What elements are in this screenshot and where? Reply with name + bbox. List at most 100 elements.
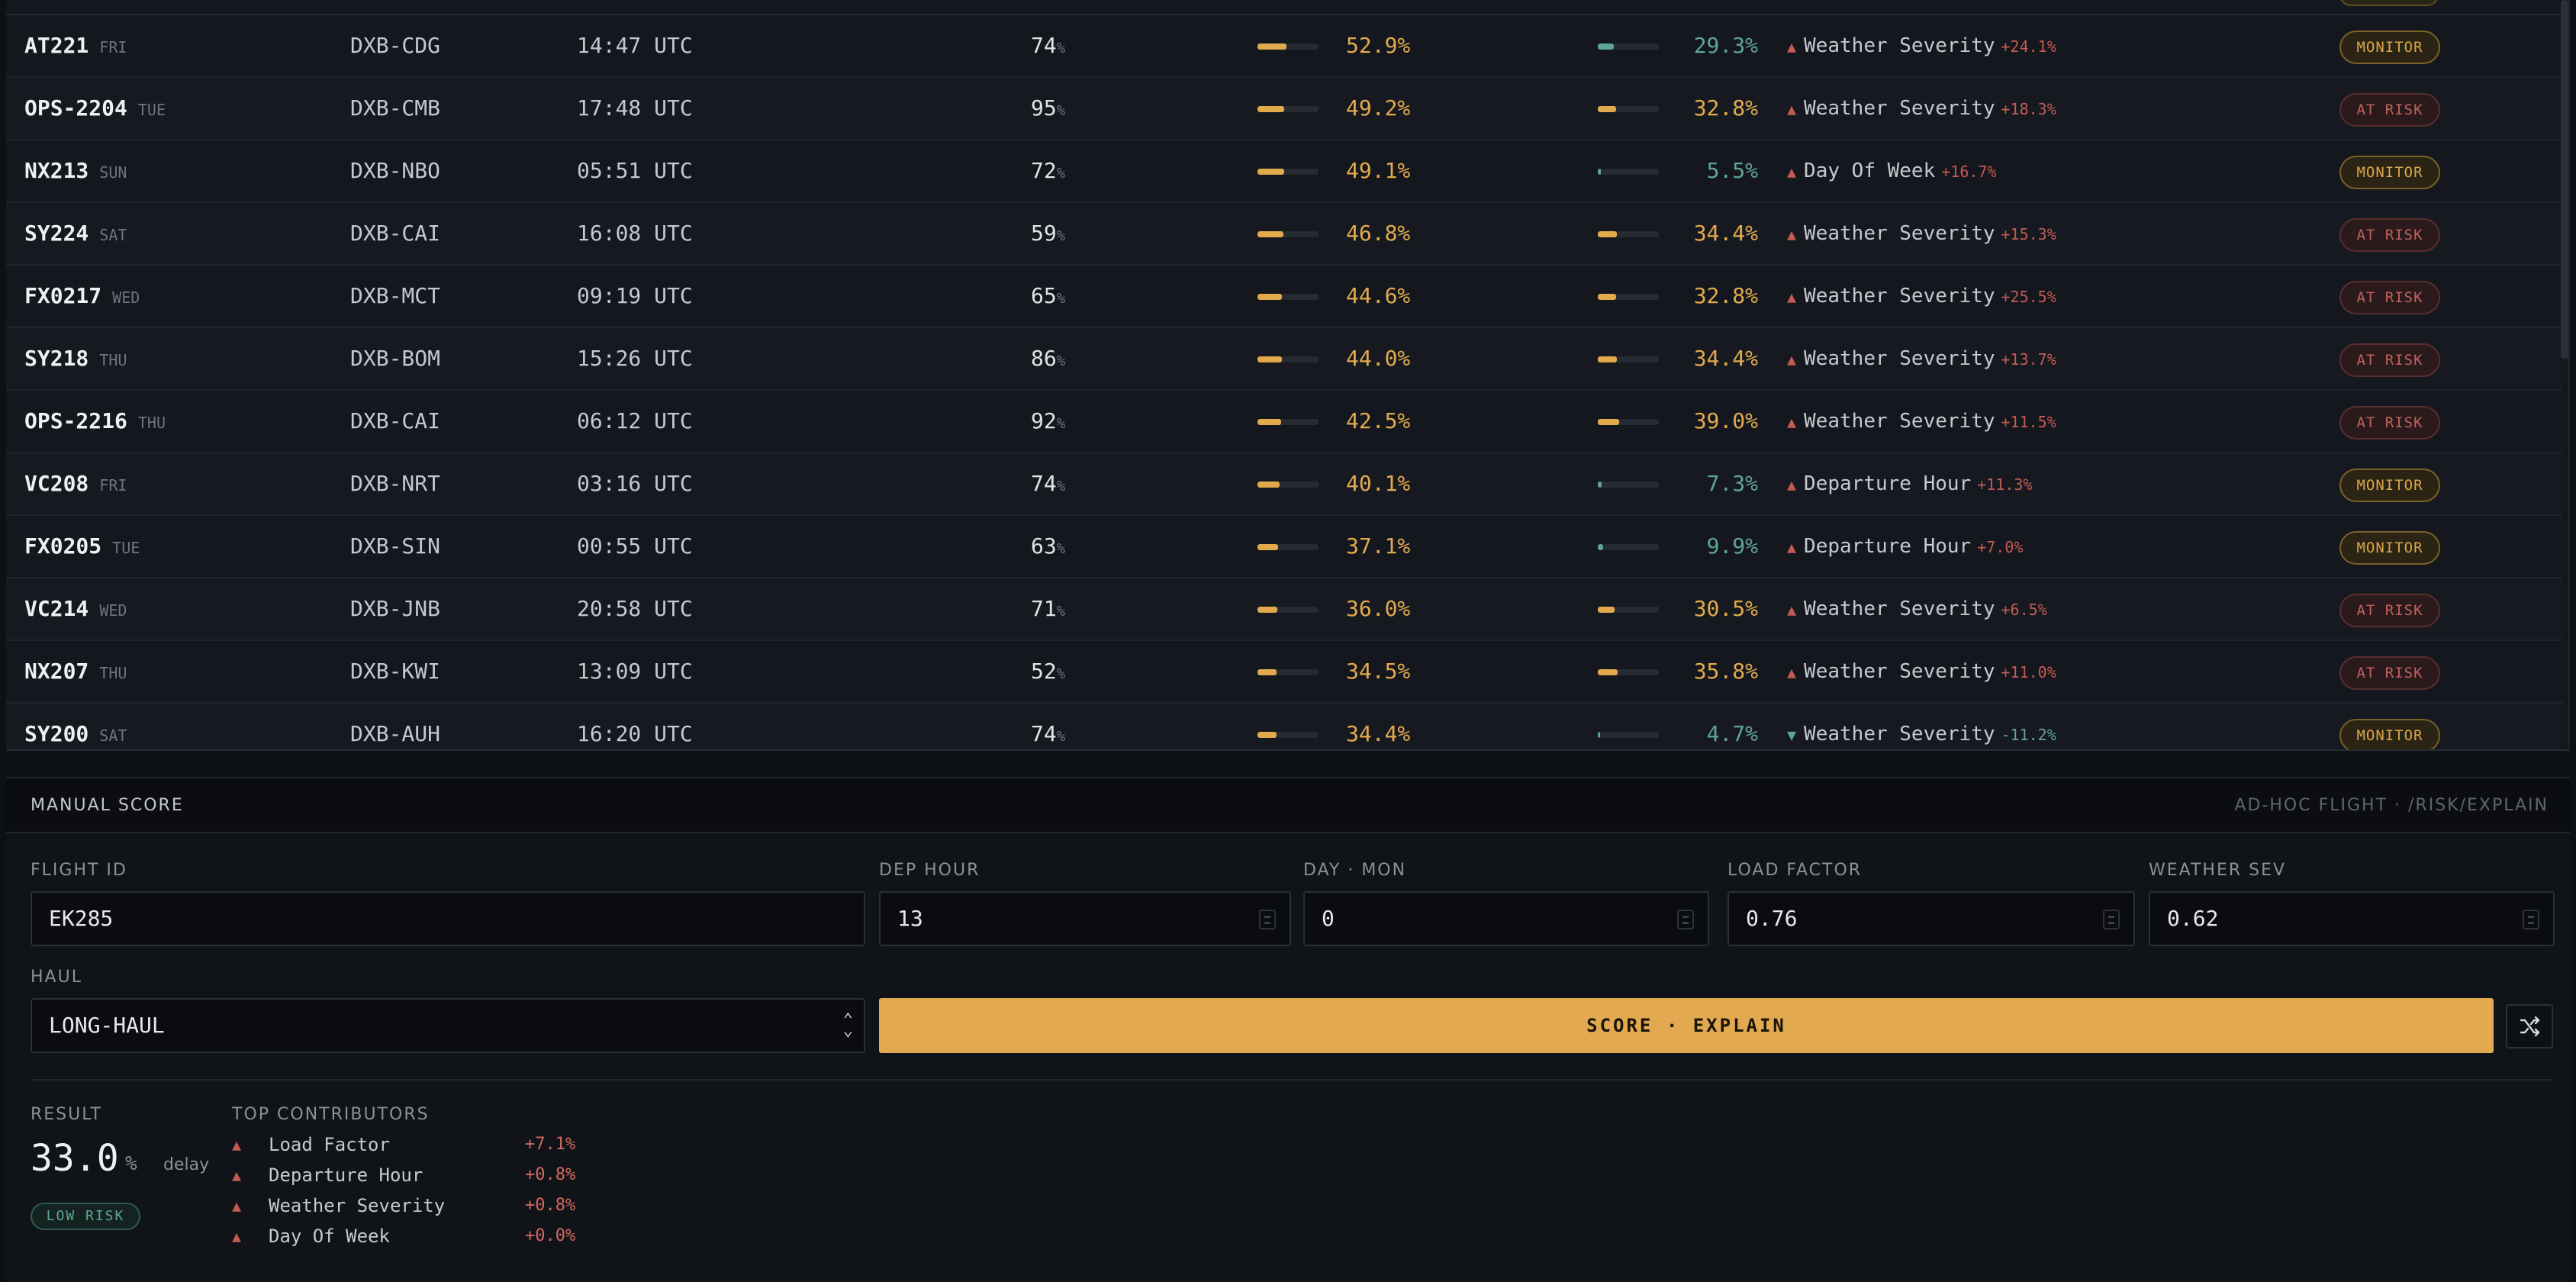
table-row[interactable]: SY224 SAT DXB-CAI 16:08 UTC 59% 46.8% 34.4% ▲ We… [6, 203, 2562, 266]
flight-code: FX0205 [24, 533, 102, 559]
delay-probability: 37.1% [1346, 533, 1411, 559]
status-badge[interactable]: MONITOR [2339, 156, 2440, 189]
secondary-score-fill [1598, 294, 1616, 300]
secondary-score-fill [1598, 356, 1617, 362]
secondary-score-fill [1598, 607, 1615, 613]
load-value: 72 [1031, 158, 1057, 183]
secondary-score: 39.0% [1693, 408, 1758, 433]
flight-number: SY224 SAT [24, 203, 127, 264]
flight-number: OPS-2204 TUE [24, 78, 166, 139]
secondary-score-fill [1598, 732, 1601, 738]
flight-day: TUE [112, 539, 140, 557]
secondary-score-bar [1598, 732, 1659, 738]
load-factor-stepper-icon[interactable] [2103, 910, 2120, 929]
table-row[interactable]: FX0217 WED DXB-MCT 09:19 UTC 65% 44.6% 32.8% ▲ W… [6, 266, 2562, 328]
secondary-score-fill [1598, 419, 1620, 425]
table-row[interactable]: OPS-2204 TUE DXB-CMB 17:48 UTC 95% 49.2% 32.8%… [6, 78, 2562, 140]
day-mon-stepper-icon[interactable] [1677, 910, 1694, 929]
departure-time: 16:08 UTC [577, 221, 693, 246]
flight-route: DXB-MCT [350, 283, 441, 308]
load-value: 52 [1031, 659, 1057, 684]
score-explain-button[interactable]: SCORE · EXPLAIN [879, 998, 2494, 1053]
delay-probability-bar [1257, 732, 1319, 738]
status-badge[interactable]: AT RISK [2339, 594, 2440, 627]
flight-route: DXB-NRT [350, 471, 441, 496]
delay-probability-bar [1257, 482, 1319, 488]
day-mon-input[interactable]: 0 [1303, 891, 1709, 946]
status-badge[interactable]: AT RISK [2339, 218, 2440, 252]
status-badge[interactable]: AT RISK [2339, 406, 2440, 440]
status-badge[interactable]: MONITOR [2339, 719, 2440, 749]
flight-number: SY218 THU [24, 328, 127, 389]
secondary-score-bar [1598, 482, 1659, 488]
table-row[interactable]: FX0205 TUE DXB-SIN 00:55 UTC 63% 37.1% 9.9% ▲ De… [6, 516, 2562, 578]
load-factor: 71% [1031, 578, 1065, 639]
status-badge[interactable]: AT RISK [2339, 343, 2440, 377]
departure-time: 17:48 UTC [577, 95, 693, 121]
status-badge[interactable]: AT RISK [2339, 281, 2440, 314]
dep-hour-label: DEP HOUR [879, 861, 980, 880]
shuffle-button[interactable] [2506, 1004, 2553, 1048]
dep-hour-value: 13 [897, 906, 923, 931]
flight-route: DXB-CMB [350, 95, 441, 121]
secondary-score-fill [1598, 106, 1616, 112]
haul-select[interactable]: LONG-HAUL ⌃ ⌄ [31, 998, 865, 1053]
weather-sev-input[interactable]: 0.62 [2149, 891, 2555, 946]
load-factor: 52% [1031, 641, 1065, 702]
triangle-up-icon: ▲ [232, 1197, 242, 1215]
status-badge[interactable]: MONITOR [2339, 531, 2440, 565]
load-unit: % [1056, 165, 1066, 182]
table-row[interactable]: VC208 FRI DXB-NRT 03:16 UTC 74% 40.1% 7.3% ▲ Dep… [6, 453, 2562, 516]
delay-probability: 44.6% [1346, 283, 1411, 308]
flight-code: AT221 [24, 33, 89, 58]
secondary-score-bar [1598, 231, 1659, 237]
table-row[interactable]: NX207 THU DXB-KWI 13:09 UTC 52% 34.5% 35.8% ▲ We… [6, 641, 2562, 704]
flight-day: THU [99, 351, 127, 369]
flight-number: FX0205 TUE [24, 516, 140, 577]
dep-hour-stepper-icon[interactable] [1259, 910, 1276, 929]
load-value: 74 [1031, 471, 1057, 496]
flight-id-input[interactable]: EK285 [31, 891, 865, 946]
table-row[interactable]: AT221 FRI DXB-CDG 14:47 UTC 74% 52.9% 29.3% ▲ We… [6, 15, 2562, 78]
flight-number: OPS-2216 THU [24, 391, 166, 452]
status-badge-partial [2339, 0, 2439, 6]
status-badge[interactable]: MONITOR [2339, 31, 2440, 64]
triangle-up-icon: ▲ [232, 1166, 242, 1184]
flight-day: SAT [99, 226, 127, 244]
load-factor: 59% [1031, 203, 1065, 264]
delay-probability-fill [1257, 356, 1282, 362]
flight-day: SAT [99, 726, 127, 745]
departure-time: 14:47 UTC [577, 33, 693, 58]
triangle-up-icon: ▲ [1787, 601, 1797, 619]
contributor-value: +0.0% [525, 1226, 576, 1245]
weather-sev-stepper-icon[interactable] [2523, 910, 2539, 929]
table-row[interactable]: VC214 WED DXB-JNB 20:58 UTC 71% 36.0% 30.5% ▲ We… [6, 578, 2562, 641]
flight-code: SY218 [24, 346, 89, 371]
flight-route: DXB-SIN [350, 533, 441, 559]
dep-hour-input[interactable]: 13 [879, 891, 1291, 946]
load-factor-input[interactable]: 0.76 [1728, 891, 2135, 946]
load-value: 65 [1031, 283, 1057, 308]
secondary-score: 7.3% [1706, 471, 1758, 496]
delay-probability-bar [1257, 169, 1319, 175]
delay-probability: 49.2% [1346, 95, 1411, 121]
table-row[interactable]: OPS-2216 THU DXB-CAI 06:12 UTC 92% 42.5% 39.0%… [6, 391, 2562, 453]
result-unit: % [125, 1152, 137, 1175]
manual-score-title: MANUAL SCORE [31, 796, 184, 815]
table-scrollbar[interactable] [2561, 0, 2568, 359]
driver-name: Weather Severity [1804, 285, 1995, 308]
load-factor: 92% [1031, 391, 1065, 452]
table-row[interactable]: NX213 SUN DXB-NBO 05:51 UTC 72% 49.1% 5.5% ▲ Day… [6, 140, 2562, 203]
status-badge[interactable]: AT RISK [2339, 656, 2440, 690]
status-badge[interactable]: MONITOR [2339, 469, 2440, 502]
status-badge[interactable]: AT RISK [2339, 93, 2440, 127]
driver-delta: +25.5% [2001, 288, 2056, 306]
contributor-value: +7.1% [525, 1135, 576, 1154]
table-row[interactable]: SY218 THU DXB-BOM 15:26 UTC 86% 44.0% 34.4% ▲ We… [6, 328, 2562, 391]
driver-name: Day Of Week [1804, 159, 1936, 182]
delay-probability-fill [1257, 544, 1278, 550]
table-row[interactable]: SY200 SAT DXB-AUH 16:20 UTC 74% 34.4% 4.7% ▼ Wea… [6, 704, 2562, 749]
triangle-up-icon: ▲ [1787, 37, 1797, 56]
driver-name: Weather Severity [1804, 222, 1995, 245]
driver-delta: +7.0% [1977, 538, 2024, 556]
